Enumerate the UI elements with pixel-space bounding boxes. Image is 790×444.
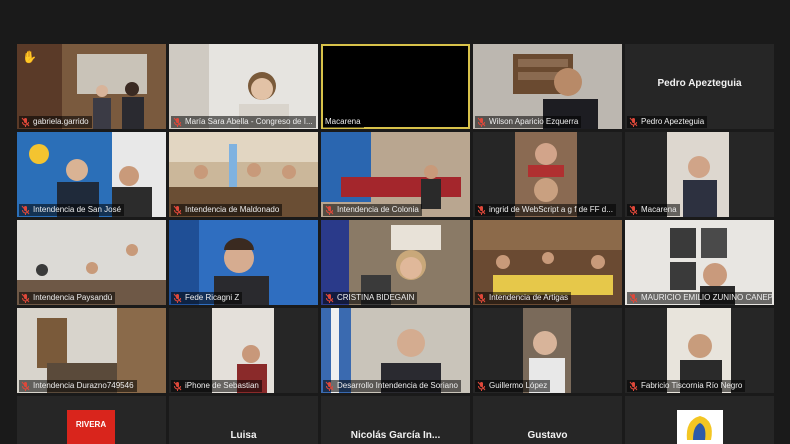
participant-name: Guillermo López [475, 380, 551, 392]
mic-muted-icon [629, 205, 638, 215]
participant-name: Intendencia de Maldonado [171, 204, 283, 216]
participant-name: iPhone de Sebastian [171, 380, 262, 392]
participant-tile-active-speaker[interactable]: Macarena [321, 44, 470, 129]
participant-tile[interactable]: Fede Ricagni Z [169, 220, 318, 305]
participant-name: MAURICIO EMILIO ZUNINO CANEPA [627, 292, 772, 304]
video-grid: ✋ gabriela.garrido María Sara Abella - C… [17, 44, 774, 393]
participant-name: María Sara Abella - Congreso de I... [171, 116, 316, 128]
participant-tile[interactable]: Desarrollo Intendencia de Soriano [321, 308, 470, 393]
participant-tile[interactable]: María Sara Abella - Congreso de I... [169, 44, 318, 129]
participant-name: Intendencia de San José [19, 204, 125, 216]
participant-tile[interactable]: Wilson Aparicio Ezquerra [473, 44, 622, 129]
participant-display-name: Nicolás García In... [350, 430, 441, 441]
participant-name: Macarena [323, 116, 364, 128]
video-grid-bottom-row: RIVERA Luisa Nicolás García In... Gustav… [17, 396, 774, 444]
participant-tile[interactable]: RIVERA [17, 396, 166, 444]
participant-tile[interactable]: Intendencia de Colonia [321, 132, 470, 217]
participant-name: Macarena [627, 204, 680, 216]
participant-tile[interactable]: Guillermo López [473, 308, 622, 393]
mic-muted-icon [477, 293, 486, 303]
participant-tile[interactable]: MAURICIO EMILIO ZUNINO CANEPA [625, 220, 774, 305]
mic-muted-icon [21, 205, 30, 215]
mic-muted-icon [325, 381, 334, 391]
participant-tile[interactable]: CRISTINA BIDEGAIN [321, 220, 470, 305]
participant-tile[interactable]: ✋ gabriela.garrido [17, 44, 166, 129]
mic-muted-icon [477, 117, 486, 127]
mic-muted-icon [173, 381, 182, 391]
participant-tile[interactable]: Macarena [625, 132, 774, 217]
participant-display-name: Pedro Apezteguia [657, 78, 742, 89]
participant-name: CRISTINA BIDEGAIN [323, 292, 418, 304]
participant-tile[interactable]: Intendencia de Maldonado [169, 132, 318, 217]
participant-tile[interactable]: Pedro Apezteguia Pedro Apezteguia [625, 44, 774, 129]
mic-muted-icon [629, 293, 638, 303]
participant-name: ingrid de WebScript a g f de FF d... [475, 204, 616, 216]
mic-muted-icon [325, 205, 334, 215]
organization-logo [677, 410, 723, 444]
mic-muted-icon [21, 293, 30, 303]
mic-muted-icon [21, 117, 30, 127]
participant-tile[interactable]: Intendencia de San José [17, 132, 166, 217]
participant-name: Fabricio Tiscornia Río Negro [627, 380, 746, 392]
mic-muted-icon [21, 381, 30, 391]
participant-name: gabriela.garrido [19, 116, 92, 128]
mic-muted-icon [477, 381, 486, 391]
participant-name: Intendencia de Colonia [323, 204, 422, 216]
participant-tile[interactable]: Intendencia Paysandú [17, 220, 166, 305]
participant-display-name: Gustavo [527, 430, 568, 441]
participant-name: Intendencia Durazno749546 [19, 380, 137, 392]
logo-mark-icon [686, 416, 712, 440]
participant-tile[interactable]: ingrid de WebScript a g f de FF d... [473, 132, 622, 217]
participant-tile[interactable]: Fabricio Tiscornia Río Negro [625, 308, 774, 393]
mic-muted-icon [173, 117, 182, 127]
mic-muted-icon [325, 293, 334, 303]
rivera-logo: RIVERA [67, 410, 115, 444]
participant-name: Pedro Apezteguia [627, 116, 708, 128]
mic-muted-icon [629, 117, 638, 127]
participant-name: Wilson Aparicio Ezquerra [475, 116, 582, 128]
participant-tile[interactable]: Nicolás García In... [321, 396, 470, 444]
participant-tile[interactable] [625, 396, 774, 444]
mic-muted-icon [173, 205, 182, 215]
mic-muted-icon [629, 381, 638, 391]
participant-tile[interactable]: Intendencia Durazno749546 [17, 308, 166, 393]
participant-name: Fede Ricagni Z [171, 292, 243, 304]
participant-tile[interactable]: Gustavo [473, 396, 622, 444]
participant-tile[interactable]: Intendencia de Artigas [473, 220, 622, 305]
raised-hand-icon: ✋ [22, 50, 37, 64]
participant-name: Intendencia Paysandú [19, 292, 116, 304]
mic-muted-icon [173, 293, 182, 303]
participant-name: Desarrollo Intendencia de Soriano [323, 380, 461, 392]
participant-tile[interactable]: Luisa [169, 396, 318, 444]
participant-name: Intendencia de Artigas [475, 292, 572, 304]
mic-muted-icon [477, 205, 486, 215]
participant-display-name: Luisa [230, 430, 257, 441]
participant-tile[interactable]: iPhone de Sebastian [169, 308, 318, 393]
